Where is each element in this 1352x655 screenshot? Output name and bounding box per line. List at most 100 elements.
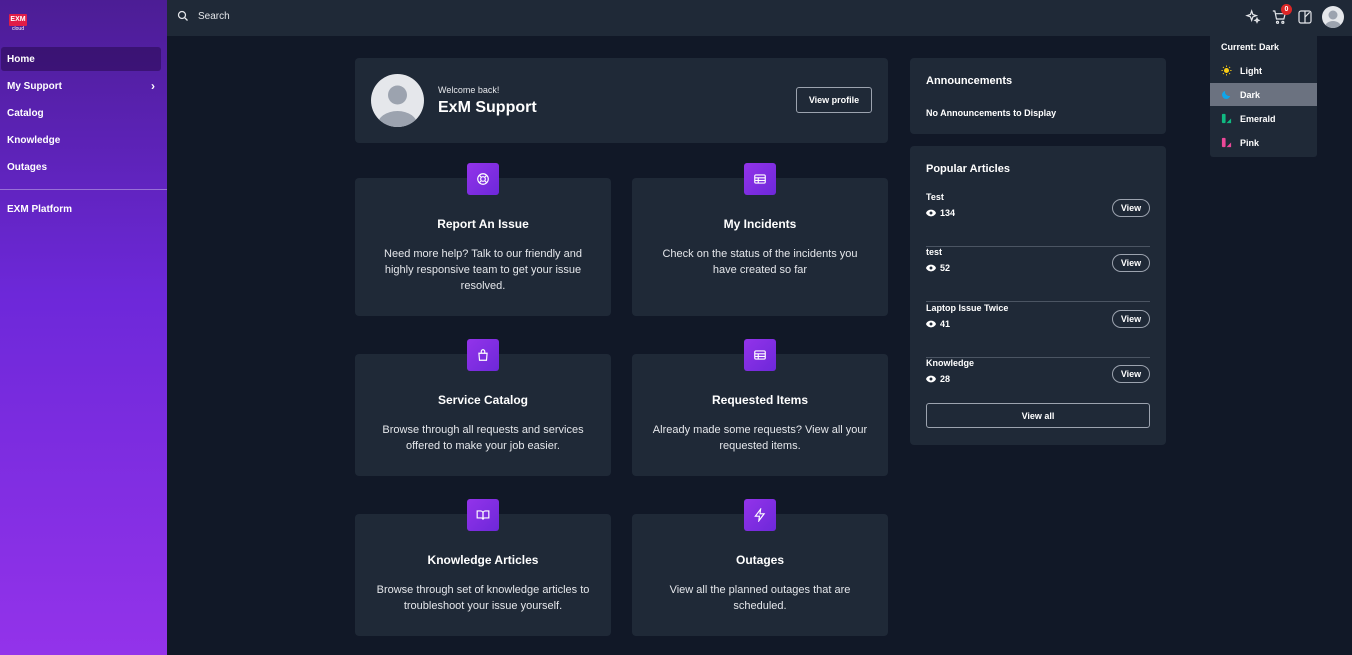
sidebar-nav: Home My Support › Catalog Knowledge Outag… xyxy=(0,47,167,224)
tile-report-issue[interactable]: Report An Issue Need more help? Talk to … xyxy=(355,163,611,316)
search-trigger[interactable]: Search xyxy=(177,10,230,22)
sidebar-item-knowledge[interactable]: Knowledge xyxy=(1,128,161,152)
chevron-right-icon: › xyxy=(151,79,155,93)
theme-option-pink[interactable]: Pink xyxy=(1210,131,1317,154)
welcome-greeting: Welcome back! xyxy=(438,85,500,95)
announcements-card: Announcements No Announcements to Displa… xyxy=(910,58,1166,134)
sidebar-item-label: EXM Platform xyxy=(7,203,73,215)
view-article-button[interactable]: View xyxy=(1112,254,1150,272)
sidebar-item-label: Outages xyxy=(7,161,48,173)
view-profile-button[interactable]: View profile xyxy=(796,87,872,113)
tile-title: My Incidents xyxy=(723,217,797,231)
eye-icon xyxy=(926,320,936,328)
tile-description: Browse through set of knowledge articles… xyxy=(376,584,590,612)
view-article-button[interactable]: View xyxy=(1112,199,1150,217)
theme-option-emerald[interactable]: Emerald xyxy=(1210,107,1317,130)
theme-option-label: Dark xyxy=(1240,89,1261,100)
brand-logo[interactable]: EXM cloud xyxy=(9,14,27,32)
article-views: 28 xyxy=(926,374,950,384)
list-item: Laptop Issue Twice 41 View xyxy=(926,303,1150,358)
tile-description: View all the planned outages that are sc… xyxy=(669,584,851,612)
article-title: test xyxy=(926,247,943,257)
sun-icon xyxy=(1221,65,1232,76)
sidebar-item-catalog[interactable]: Catalog xyxy=(1,101,161,125)
article-title: Test xyxy=(926,192,944,202)
tile-title: Knowledge Articles xyxy=(427,553,539,567)
popular-articles-title: Popular Articles xyxy=(926,163,1010,175)
tile-outages[interactable]: Outages View all the planned outages tha… xyxy=(632,499,888,636)
topbar: Search 0 xyxy=(167,0,1352,36)
logo-sub: cloud xyxy=(12,26,24,32)
eye-icon xyxy=(926,264,936,272)
eye-icon xyxy=(926,209,936,217)
view-article-button[interactable]: View xyxy=(1112,365,1150,383)
article-title: Knowledge xyxy=(926,358,975,368)
user-name: ExM Support xyxy=(438,99,537,116)
tile-my-incidents[interactable]: My Incidents Check on the status of the … xyxy=(632,163,888,316)
article-views: 134 xyxy=(926,208,955,218)
logo-mark: EXM xyxy=(9,14,27,26)
tile-title: Service Catalog xyxy=(437,393,529,407)
view-all-button[interactable]: View all xyxy=(926,403,1150,428)
sidebar-item-label: Home xyxy=(7,53,35,65)
tile-title: Outages xyxy=(735,553,784,567)
theme-option-light[interactable]: Light xyxy=(1210,59,1317,82)
view-count: 134 xyxy=(940,208,956,218)
theme-option-label: Emerald xyxy=(1240,113,1276,124)
announcements-title: Announcements xyxy=(926,75,1013,87)
welcome-card: Welcome back! ExM Support View profile xyxy=(355,58,888,143)
view-count: 28 xyxy=(940,374,951,384)
emerald-icon xyxy=(1221,113,1232,124)
table-icon xyxy=(744,339,776,371)
search-label: Search xyxy=(198,10,230,22)
sidebar: EXM cloud Home My Support › Catalog Knowl… xyxy=(0,0,167,655)
lifebuoy-icon xyxy=(467,163,499,195)
tile-requested-items[interactable]: Requested Items Already made some reques… xyxy=(632,339,888,476)
theme-current: Current: Dark xyxy=(1221,42,1280,52)
theme-menu: Current: Dark Light Dark Emerald Pink xyxy=(1210,36,1317,157)
tile-description: Browse through all requests and services… xyxy=(382,424,584,452)
bag-icon xyxy=(467,339,499,371)
theme-icon[interactable] xyxy=(1296,8,1314,26)
sidebar-item-label: Catalog xyxy=(7,107,44,119)
list-item: Test 134 View xyxy=(926,192,1150,247)
table-icon xyxy=(744,163,776,195)
sidebar-item-exm-platform[interactable]: EXM Platform xyxy=(1,197,161,221)
sidebar-item-label: My Support xyxy=(7,80,62,92)
sidebar-item-label: Knowledge xyxy=(7,134,61,146)
list-item: test 52 View xyxy=(926,247,1150,302)
user-avatar[interactable] xyxy=(1322,6,1344,28)
view-count: 41 xyxy=(940,319,951,329)
cart-icon[interactable]: 0 xyxy=(1270,4,1292,26)
tile-description: Already made some requests? View all you… xyxy=(652,424,868,452)
theme-option-dark[interactable]: Dark xyxy=(1210,83,1317,106)
tile-knowledge-articles[interactable]: Knowledge Articles Browse through set of… xyxy=(355,499,611,636)
tile-title: Report An Issue xyxy=(437,217,529,231)
tile-description: Need more help? Talk to our friendly and… xyxy=(384,248,582,292)
bolt-icon xyxy=(744,499,776,531)
topbar-actions: 0 xyxy=(1244,4,1344,28)
sparkles-icon[interactable] xyxy=(1244,8,1262,26)
cart-count-badge: 0 xyxy=(1281,4,1292,15)
sidebar-item-home[interactable]: Home xyxy=(1,47,161,71)
book-icon xyxy=(467,499,499,531)
pink-icon xyxy=(1221,137,1232,148)
sidebar-item-my-support[interactable]: My Support › xyxy=(1,74,161,98)
search-icon xyxy=(177,10,188,21)
theme-option-label: Light xyxy=(1240,65,1262,76)
popular-articles-card: Popular Articles Test 134 View test 52 V… xyxy=(910,146,1166,445)
profile-avatar xyxy=(371,74,424,127)
moon-icon xyxy=(1222,90,1231,99)
article-views: 41 xyxy=(926,319,950,329)
sidebar-item-outages[interactable]: Outages xyxy=(1,155,161,179)
sidebar-divider xyxy=(0,189,167,190)
tile-title: Requested Items xyxy=(711,393,809,407)
theme-option-label: Pink xyxy=(1240,137,1260,148)
article-title: Laptop Issue Twice xyxy=(926,303,1009,313)
announcements-empty: No Announcements to Display xyxy=(926,108,1057,118)
view-article-button[interactable]: View xyxy=(1112,310,1150,328)
tile-service-catalog[interactable]: Service Catalog Browse through all reque… xyxy=(355,339,611,476)
article-views: 52 xyxy=(926,263,950,273)
eye-icon xyxy=(926,375,936,383)
view-count: 52 xyxy=(940,263,951,273)
